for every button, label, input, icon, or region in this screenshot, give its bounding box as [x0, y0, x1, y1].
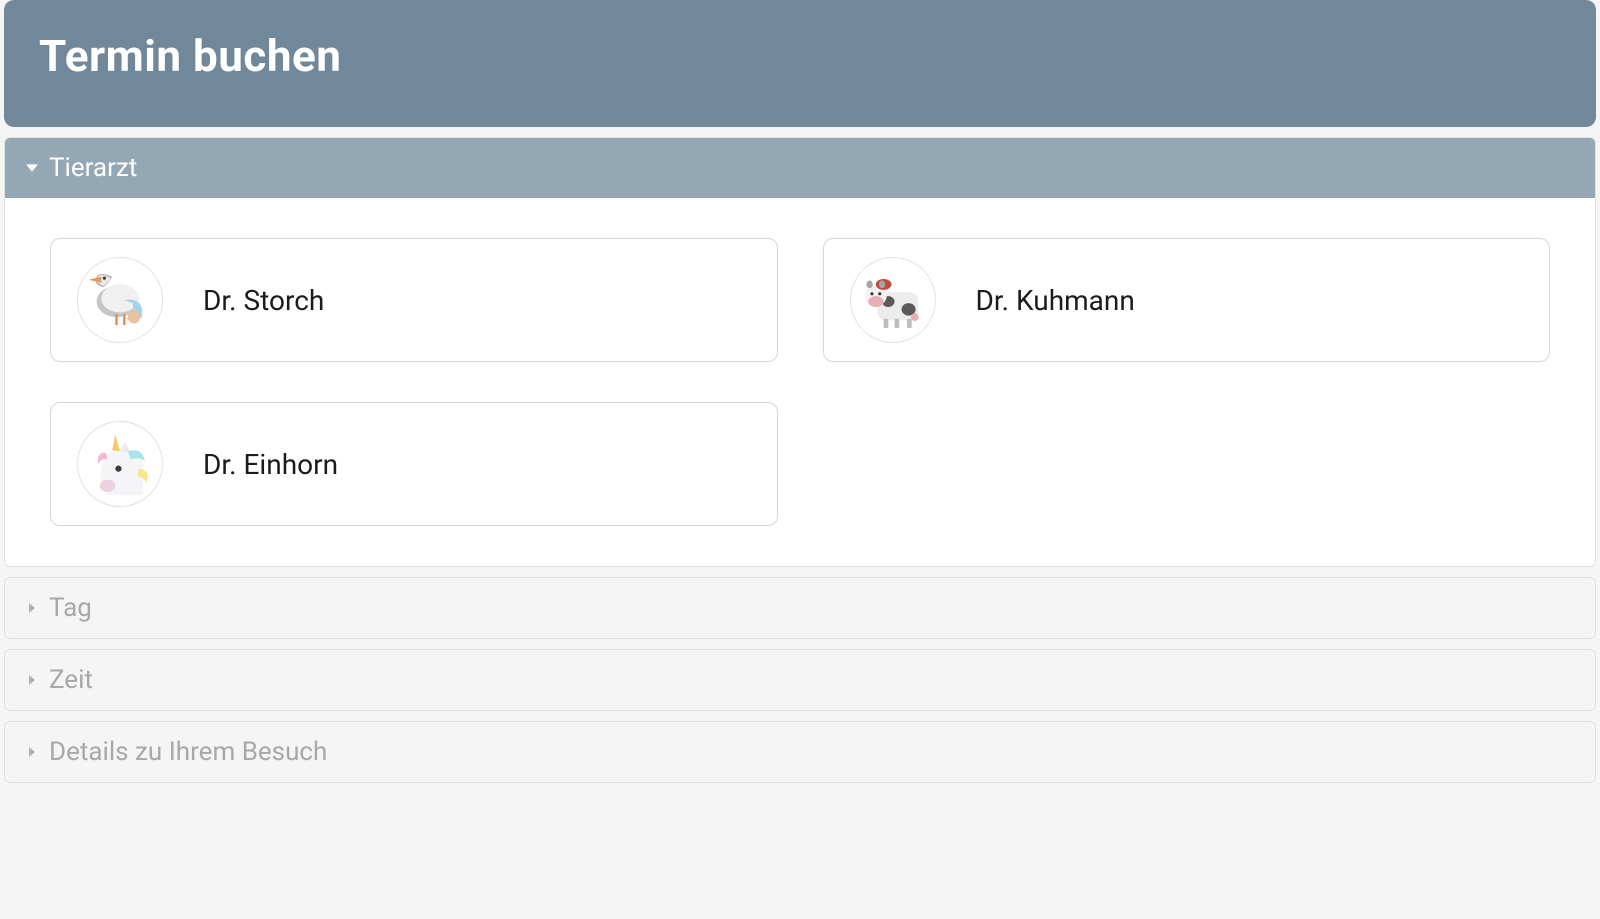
- section-day: Tag: [4, 577, 1596, 639]
- vet-card-storch[interactable]: Dr. Storch: [50, 238, 778, 362]
- vet-cards: Dr. Storch: [50, 238, 1550, 526]
- page-title: Termin buchen: [39, 30, 1561, 82]
- section-vet-label: Tierarzt: [49, 153, 137, 183]
- section-vet: Tierarzt: [4, 137, 1596, 567]
- vet-card-einhorn[interactable]: Dr. Einhorn: [50, 402, 778, 526]
- page-header: Termin buchen: [4, 0, 1596, 127]
- section-vet-header[interactable]: Tierarzt: [5, 138, 1595, 198]
- section-details-header[interactable]: Details zu Ihrem Besuch: [5, 722, 1595, 782]
- section-day-header[interactable]: Tag: [5, 578, 1595, 638]
- section-details-label: Details zu Ihrem Besuch: [49, 737, 327, 767]
- vet-card-label: Dr. Einhorn: [203, 448, 338, 481]
- vet-card-kuhmann[interactable]: Dr. Kuhmann: [823, 238, 1551, 362]
- section-vet-body: Dr. Storch: [5, 198, 1595, 566]
- caret-down-icon: [25, 161, 39, 175]
- section-details: Details zu Ihrem Besuch: [4, 721, 1596, 783]
- section-day-label: Tag: [49, 593, 92, 623]
- caret-right-icon: [25, 673, 39, 687]
- section-time: Zeit: [4, 649, 1596, 711]
- unicorn-icon: [77, 421, 163, 507]
- section-time-header[interactable]: Zeit: [5, 650, 1595, 710]
- stork-icon: [77, 257, 163, 343]
- vet-card-label: Dr. Kuhmann: [976, 284, 1135, 317]
- caret-right-icon: [25, 601, 39, 615]
- section-time-label: Zeit: [49, 665, 93, 695]
- vet-card-label: Dr. Storch: [203, 284, 324, 317]
- caret-right-icon: [25, 745, 39, 759]
- cow-icon: [850, 257, 936, 343]
